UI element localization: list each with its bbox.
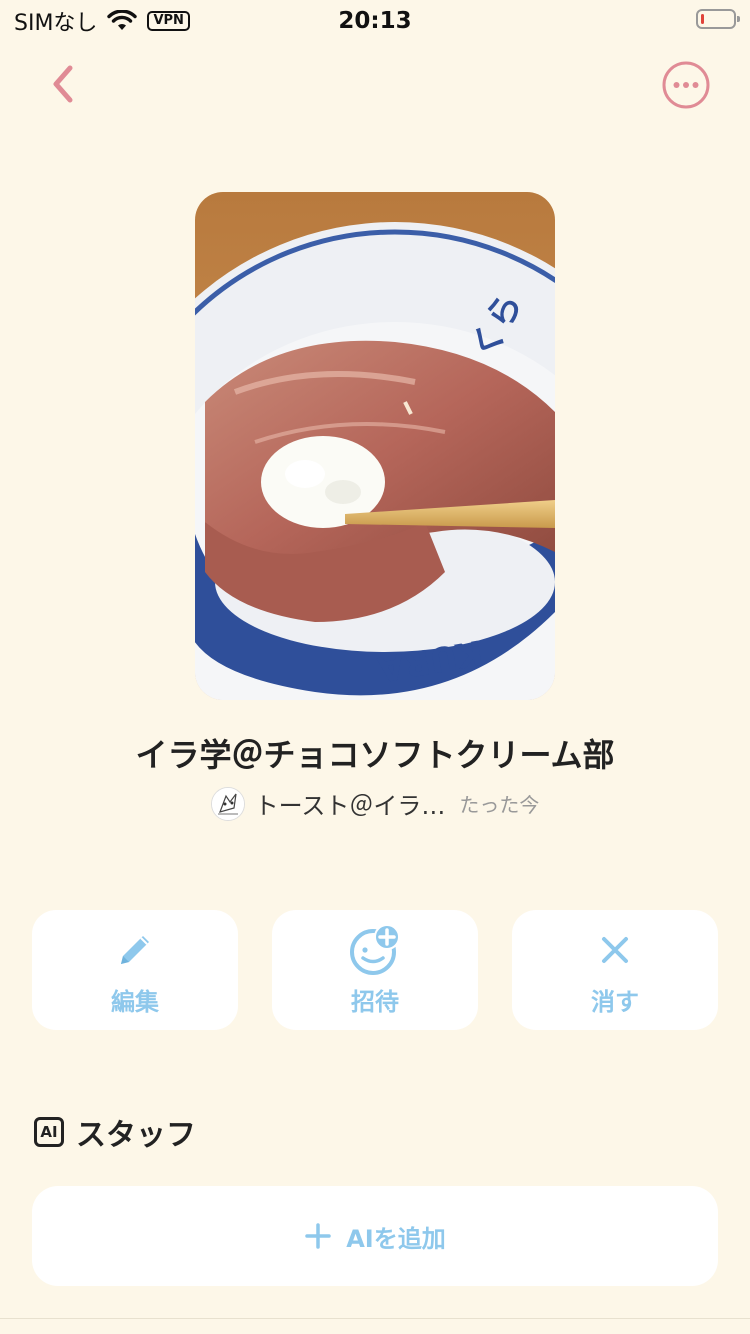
- bottom-divider: [0, 1318, 750, 1319]
- ai-icon: AI: [34, 1117, 64, 1147]
- created-time: たった今: [459, 793, 540, 817]
- back-button[interactable]: [40, 60, 88, 108]
- status-bar: SIMなし VPN 20:13: [0, 0, 750, 40]
- battery-icon: [696, 9, 740, 29]
- invite-button[interactable]: 招待: [272, 910, 478, 1030]
- edit-label: 編集: [111, 987, 159, 1016]
- staff-section-header: AI スタッフ: [34, 1110, 196, 1154]
- chevron-left-icon: [53, 65, 73, 103]
- creator-name[interactable]: トースト＠イラ…: [255, 786, 446, 821]
- add-person-icon: [349, 923, 401, 976]
- delete-label: 消す: [591, 987, 639, 1016]
- add-ai-button[interactable]: AIを追加: [32, 1186, 718, 1286]
- more-horizontal-circle-icon: [662, 61, 710, 109]
- action-buttons: 編集 招待 消す: [32, 910, 718, 1030]
- staff-title: スタッフ: [76, 1118, 196, 1153]
- pencil-icon: [113, 924, 157, 976]
- group-title: イラ学＠チョコソフトクリーム部: [135, 736, 615, 774]
- plus-icon: [305, 1223, 331, 1249]
- battery-level: [701, 14, 704, 24]
- creator-avatar[interactable]: [210, 786, 245, 821]
- creator-row: トースト＠イラ… たった今: [0, 786, 750, 821]
- group-cover-image[interactable]: くら KURA: [195, 192, 555, 700]
- more-button[interactable]: [662, 61, 710, 109]
- status-time: 20:13: [338, 8, 412, 34]
- add-ai-label: AIを追加: [346, 1224, 446, 1253]
- delete-button[interactable]: 消す: [512, 910, 718, 1030]
- edit-button[interactable]: 編集: [32, 910, 238, 1030]
- close-icon: [599, 924, 631, 976]
- invite-label: 招待: [351, 987, 399, 1016]
